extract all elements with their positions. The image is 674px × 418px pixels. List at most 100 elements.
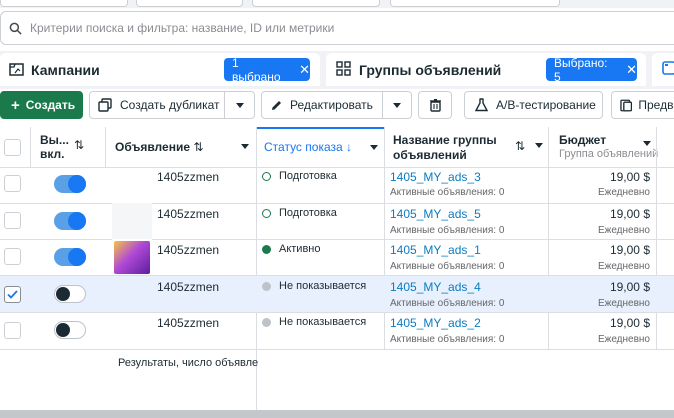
adsets-selected-badge[interactable]: Выбрано: 5 ✕ bbox=[546, 56, 637, 84]
adset-link[interactable]: 1405_MY_ads_5 bbox=[390, 207, 481, 221]
chevron-down-icon[interactable] bbox=[241, 144, 249, 149]
tab-campaigns-label: Кампании bbox=[31, 61, 100, 78]
ad-name[interactable]: 1405zzmen bbox=[157, 243, 219, 257]
budget-value: 19,00 $ bbox=[609, 316, 650, 330]
chevron-down-icon[interactable] bbox=[535, 143, 543, 148]
row-checkbox[interactable] bbox=[4, 322, 21, 339]
ab-test-button-label: A/B-тестирование bbox=[496, 98, 596, 112]
tab-adsets-label: Группы объявлений bbox=[359, 61, 502, 78]
tab-ads[interactable] bbox=[652, 53, 674, 86]
top-tab-2[interactable] bbox=[136, 0, 243, 7]
chevron-down-icon bbox=[393, 102, 401, 108]
column-adset-line2: объявлений bbox=[393, 148, 467, 162]
toggle-switch[interactable] bbox=[54, 248, 86, 266]
row-checkbox[interactable] bbox=[4, 286, 21, 303]
table-row[interactable]: 1405zzmen Активно 1405_MY_ads_1 Активные… bbox=[0, 239, 674, 276]
toggle-switch[interactable] bbox=[54, 212, 86, 230]
adset-active-ads: Активные объявления: 0 bbox=[390, 298, 505, 309]
ad-name[interactable]: 1405zzmen bbox=[157, 280, 219, 294]
column-budget-header[interactable]: Бюджет Группа объявлений bbox=[559, 127, 658, 167]
sort-icon[interactable]: ⇅ bbox=[193, 140, 203, 154]
column-onoff-line1: Вы... bbox=[40, 133, 69, 147]
results-footer: Результаты, число объявле bbox=[118, 357, 259, 369]
campaigns-selected-badge[interactable]: 1 выбрано ✕ bbox=[224, 56, 310, 84]
edit-dropdown[interactable] bbox=[382, 91, 412, 119]
chevron-down-icon bbox=[235, 102, 244, 108]
row-checkbox[interactable] bbox=[4, 248, 21, 265]
search-icon bbox=[9, 22, 22, 35]
preview-button[interactable]: Предва bbox=[611, 91, 674, 119]
close-icon[interactable]: ✕ bbox=[299, 62, 310, 78]
chevron-down-icon[interactable] bbox=[370, 145, 378, 150]
table-row[interactable]: 1405zzmen Подготовка 1405_MY_ads_5 Актив… bbox=[0, 203, 674, 240]
ads-icon bbox=[662, 61, 674, 75]
duplicate-dropdown[interactable] bbox=[224, 91, 255, 119]
delivery-status: Подготовка bbox=[262, 207, 337, 219]
budget-value: 19,00 $ bbox=[609, 207, 650, 221]
ad-name[interactable]: 1405zzmen bbox=[157, 207, 219, 221]
status-text: Не показывается bbox=[279, 316, 367, 328]
table-row[interactable]: 1405zzmen Не показывается 1405_MY_ads_2 … bbox=[0, 312, 674, 349]
column-status-header[interactable]: Статус показа ↓ bbox=[257, 127, 385, 167]
adset-link[interactable]: 1405_MY_ads_3 bbox=[390, 170, 481, 184]
column-adset-header[interactable]: Название группы объявлений ⇅ bbox=[393, 127, 548, 167]
top-tab-3[interactable] bbox=[252, 0, 380, 7]
toggle-switch[interactable] bbox=[54, 175, 86, 193]
edit-button-label: Редактировать bbox=[290, 98, 373, 112]
column-divider bbox=[105, 127, 106, 167]
duplicate-button[interactable]: Создать дубликат bbox=[89, 91, 225, 119]
duplicate-button-label: Создать дубликат bbox=[120, 98, 220, 112]
adset-link[interactable]: 1405_MY_ads_2 bbox=[390, 316, 481, 330]
create-button-label: Создать bbox=[25, 98, 76, 112]
top-tab-1[interactable] bbox=[0, 0, 128, 7]
row-checkbox[interactable] bbox=[4, 175, 21, 192]
table-row[interactable]: 1405zzmen Не показывается 1405_MY_ads_4 … bbox=[0, 276, 674, 313]
adset-link[interactable]: 1405_MY_ads_4 bbox=[390, 280, 481, 294]
edit-button[interactable]: Редактировать bbox=[261, 91, 383, 119]
column-onoff-header[interactable]: Вы... вкл. ⇅ bbox=[40, 127, 105, 167]
budget-period: Ежедневно bbox=[597, 334, 650, 345]
sort-desc-icon[interactable]: ↓ bbox=[346, 140, 352, 154]
ab-test-button[interactable]: A/B-тестирование bbox=[464, 91, 603, 119]
chevron-down-icon[interactable] bbox=[643, 141, 651, 146]
budget-period: Ежедневно bbox=[597, 261, 650, 272]
status-dot-icon bbox=[262, 208, 271, 218]
status-dot-icon bbox=[262, 281, 271, 291]
budget-value: 19,00 $ bbox=[609, 280, 650, 294]
sort-icon[interactable]: ⇅ bbox=[515, 139, 525, 153]
status-dot-icon bbox=[262, 244, 271, 254]
tab-adsets[interactable]: Группы объявлений Выбрано: 5 ✕ bbox=[326, 53, 646, 86]
delete-button[interactable] bbox=[418, 91, 452, 119]
table-row[interactable]: 1405zzmen Подготовка 1405_MY_ads_3 Актив… bbox=[0, 168, 674, 205]
search-input[interactable]: Критерии поиска и фильтра: название, ID … bbox=[30, 21, 334, 35]
create-button[interactable]: + Создать bbox=[0, 91, 83, 119]
adset-active-ads: Активные объявления: 0 bbox=[390, 334, 505, 345]
adset-link[interactable]: 1405_MY_ads_1 bbox=[390, 243, 481, 257]
status-text: Подготовка bbox=[279, 170, 337, 182]
grid-icon bbox=[336, 61, 351, 76]
budget-period: Ежедневно bbox=[597, 187, 650, 198]
ads-table: Вы... вкл. ⇅ Объявление ⇅ Статус показа … bbox=[0, 127, 674, 410]
ad-name[interactable]: 1405zzmen bbox=[157, 316, 219, 330]
trash-icon bbox=[429, 99, 441, 112]
select-all-checkbox[interactable] bbox=[4, 139, 21, 156]
delivery-status: Не показывается bbox=[262, 316, 366, 328]
status-text: Активно bbox=[279, 243, 321, 255]
ad-thumbnail[interactable] bbox=[112, 239, 152, 276]
tab-campaigns[interactable]: Кампании 1 выбрано ✕ bbox=[0, 53, 320, 86]
column-budget-label: Бюджет bbox=[559, 133, 607, 147]
search-bar[interactable]: Критерии поиска и фильтра: название, ID … bbox=[0, 11, 674, 45]
ad-name[interactable]: 1405zzmen bbox=[157, 170, 219, 184]
close-icon[interactable]: ✕ bbox=[626, 62, 637, 78]
toggle-switch[interactable] bbox=[54, 321, 86, 339]
delivery-status: Активно bbox=[262, 243, 321, 255]
top-tab-4[interactable] bbox=[390, 0, 560, 7]
horizontal-scrollbar[interactable] bbox=[0, 410, 674, 418]
row-checkbox[interactable] bbox=[4, 212, 21, 229]
column-divider bbox=[30, 127, 31, 167]
column-ad-header[interactable]: Объявление ⇅ bbox=[115, 127, 250, 167]
toggle-switch[interactable] bbox=[54, 285, 86, 303]
sort-icon[interactable]: ⇅ bbox=[74, 138, 84, 152]
budget-value: 19,00 $ bbox=[609, 243, 650, 257]
adset-active-ads: Активные объявления: 0 bbox=[390, 261, 505, 272]
